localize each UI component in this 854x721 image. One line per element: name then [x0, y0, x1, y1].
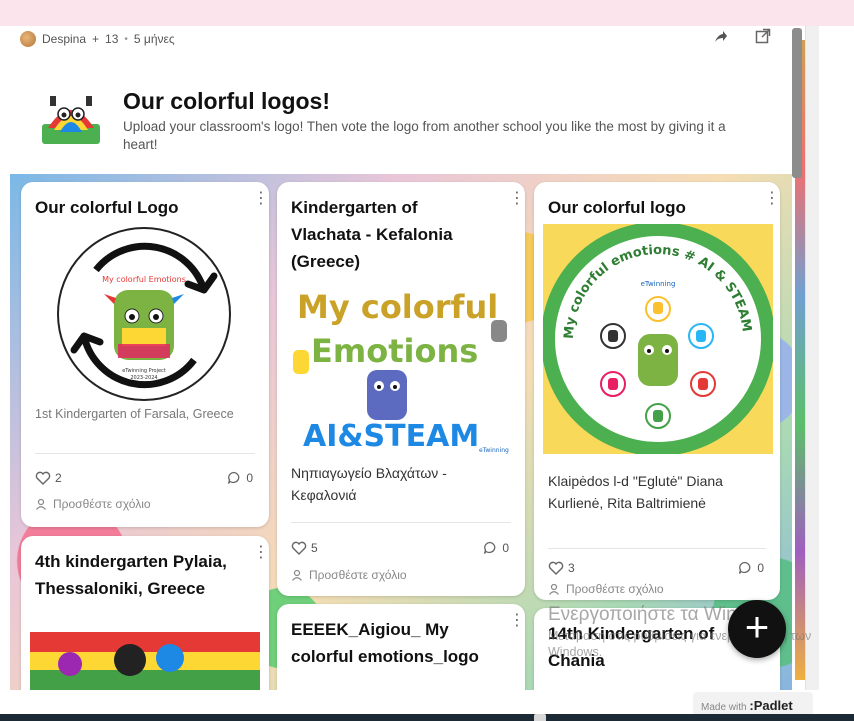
right-edge: [805, 26, 819, 690]
made-with-padlet[interactable]: Made with :Padlet: [693, 692, 813, 716]
board-title: Our colorful logos!: [123, 88, 330, 114]
logo-text-line1: My colorful Emotions: [102, 275, 186, 284]
made-with-label: Made with: [701, 702, 747, 713]
board-emblem: [42, 96, 100, 144]
comment-count: 0: [502, 541, 509, 555]
add-post-button[interactable]: +: [728, 600, 786, 658]
windows-activation-subtext: Μετάβαση στις ρυθμίσεις για ενεργοποίηση…: [548, 629, 812, 659]
user-icon: [549, 583, 559, 595]
taskbar-app-icon[interactable]: [534, 714, 546, 721]
post-card[interactable]: Our colorful logo ⋮ My colorful emotions…: [534, 182, 780, 600]
post-card[interactable]: 4th kindergarten Pylaia, Thessaloniki, G…: [21, 536, 269, 690]
comment-icon[interactable]: [227, 471, 241, 485]
post-card[interactable]: Our colorful Logo ⋮ My colorful Emotions…: [21, 182, 269, 527]
heart-icon[interactable]: [291, 541, 307, 555]
add-comment-field[interactable]: Προσθέστε σχόλιο: [35, 497, 151, 511]
open-external-icon[interactable]: [755, 28, 771, 44]
card-title: Kindergarten of Vlachata - Kefalonia (Gr…: [291, 198, 453, 271]
add-comment-field[interactable]: Προσθέστε σχόλιο: [548, 582, 664, 596]
user-icon: [292, 569, 302, 581]
logo-text-line3: 2023-2024: [130, 375, 157, 381]
separator-dot: •: [124, 33, 128, 45]
comment-count: 0: [757, 561, 764, 575]
card-caption: Νηπιαγωγείο Βλαχάτων - Κεφαλονιά: [291, 465, 447, 503]
post-card[interactable]: EEEEK_Aigiou_ My colorful emotions_logo …: [277, 604, 525, 690]
logo-text-line3: AI&STEAM: [303, 419, 479, 454]
card-title: Our colorful Logo: [35, 198, 179, 217]
card-divider: [291, 522, 511, 523]
add-comment-placeholder: Προσθέστε σχόλιο: [566, 582, 664, 596]
add-comment-placeholder: Προσθέστε σχόλιο: [309, 568, 407, 582]
author-name[interactable]: Despina: [42, 32, 86, 46]
reactions-row: 2 0: [35, 470, 255, 488]
card-caption: Klaipėdos l-d "Eglutė" Diana Kurlienė, R…: [548, 473, 723, 511]
comment-icon[interactable]: [738, 561, 752, 575]
scrollbar-thumb[interactable]: [792, 28, 802, 178]
card-title: Our colorful logo: [548, 198, 686, 217]
plus-sign: +: [92, 32, 100, 46]
card-logo-image[interactable]: My colorful emotions # AI & STEAM eTwinn…: [543, 224, 773, 454]
avatar[interactable]: [20, 31, 36, 47]
more-options-icon[interactable]: ⋮: [253, 545, 269, 562]
post-age: 5 μήνες: [133, 32, 175, 46]
etwinning-badge: eTwinning: [641, 280, 676, 288]
windows-taskbar: [0, 714, 854, 721]
card-caption: 1st Kindergarten of Farsala, Greece: [35, 407, 234, 421]
etwinning-badge: eTwinning: [479, 447, 509, 454]
board-description: Upload your classroom's logo! Then vote …: [123, 119, 726, 152]
contributor-count: 13: [105, 32, 119, 46]
top-strip: [0, 0, 854, 26]
logo-text-line2: eTwinning Project: [122, 368, 166, 374]
more-options-icon[interactable]: ⋮: [764, 191, 780, 208]
add-comment-field[interactable]: Προσθέστε σχόλιο: [291, 568, 407, 582]
card-divider: [548, 548, 766, 549]
more-options-icon[interactable]: ⋮: [509, 613, 525, 630]
more-options-icon[interactable]: ⋮: [253, 191, 269, 208]
card-logo-image[interactable]: My colorful Emotions AI&STEAM eTwinning: [291, 280, 511, 454]
share-icon[interactable]: [714, 30, 728, 44]
heart-icon[interactable]: [548, 561, 564, 575]
card-logo-image[interactable]: My colorful Emotions eTwinning Project 2…: [54, 224, 234, 404]
like-count: 3: [568, 561, 575, 575]
reactions-row: 5 0: [291, 540, 511, 558]
logo-text-line2: Emotions: [311, 332, 478, 370]
card-title: 4th kindergarten Pylaia, Thessaloniki, G…: [35, 552, 227, 598]
like-count: 5: [311, 541, 318, 555]
user-icon: [36, 498, 46, 510]
padlet-logo: :Padlet: [749, 698, 793, 713]
reactions-row: 3 0: [548, 560, 766, 578]
card-title: EEEEK_Aigiou_ My colorful emotions_logo: [291, 620, 479, 666]
card-logo-image[interactable]: [30, 632, 260, 690]
like-count: 2: [55, 471, 62, 485]
add-comment-placeholder: Προσθέστε σχόλιο: [53, 497, 151, 511]
more-options-icon[interactable]: ⋮: [509, 191, 525, 208]
logo-text-line1: My colorful: [297, 288, 498, 326]
heart-icon[interactable]: [35, 471, 51, 485]
comment-icon[interactable]: [483, 541, 497, 555]
windows-activation-watermark: Ενεργοποιήστε τα Windows: [548, 604, 782, 625]
post-meta: Despina + 13 • 5 μήνες: [20, 30, 175, 48]
post-card[interactable]: Kindergarten of Vlachata - Kefalonia (Gr…: [277, 182, 525, 596]
card-divider: [35, 453, 255, 454]
comment-count: 0: [246, 471, 253, 485]
